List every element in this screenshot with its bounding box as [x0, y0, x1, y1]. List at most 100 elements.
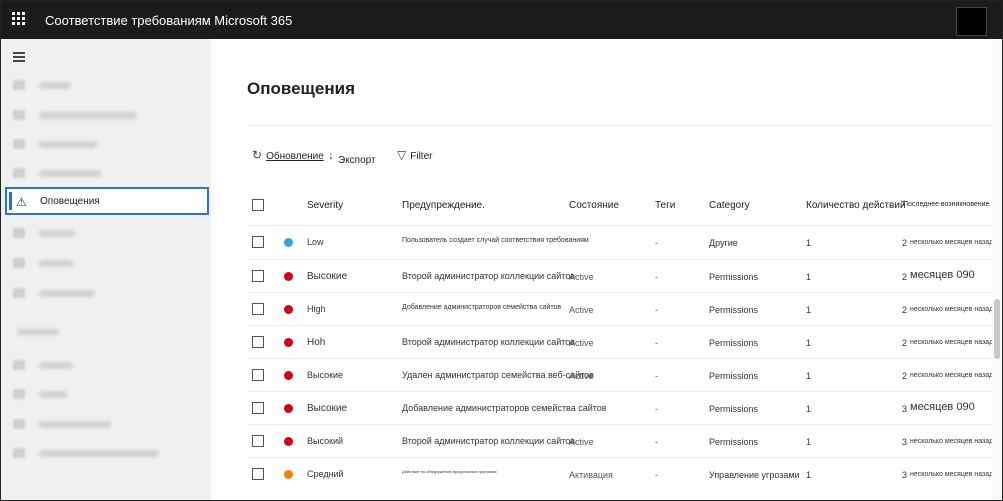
action-count: 1 — [806, 338, 812, 348]
sidebar-item-blurred[interactable] — [5, 159, 209, 187]
blurred-label — [39, 362, 73, 369]
app-title: Соответствие требованиям Microsoft 365 — [45, 13, 293, 28]
last-occurrence-text: несколько месяцев назад — [910, 306, 994, 313]
filter-button[interactable]: ▽ Filter — [397, 148, 432, 162]
row-checkbox[interactable] — [252, 303, 264, 315]
last-occurrence-text: несколько месяцев назад — [910, 471, 994, 478]
sidebar-item-blurred[interactable] — [5, 380, 209, 408]
action-count: 1 — [806, 470, 812, 480]
avatar[interactable] — [956, 7, 987, 36]
status-text: Active — [569, 371, 594, 381]
column-header-category[interactable]: Category — [709, 200, 750, 211]
row-checkbox[interactable] — [252, 402, 264, 414]
alert-name-link[interactable]: Удален администратор семейства веб-сайто… — [402, 370, 594, 380]
column-header-last-occurrence[interactable]: Последнее возникновение — [903, 201, 989, 208]
category-text: Permissions — [709, 272, 759, 282]
sidebar-item-blurred[interactable] — [5, 351, 209, 379]
blurred-label — [39, 450, 159, 457]
tags-text: - — [655, 371, 658, 381]
scrollbar[interactable] — [992, 39, 1002, 500]
blurred-label — [39, 230, 75, 237]
sidebar-item-alerts[interactable]: ⚠ Оповещения — [5, 187, 209, 215]
alert-name-link[interactable]: Пользователь создает случай соответствия… — [402, 237, 589, 244]
alert-name-link[interactable]: Второй администратор коллекции сайтов — [402, 337, 575, 347]
refresh-icon: ↻ — [252, 148, 263, 162]
sidebar-item-blurred[interactable] — [5, 130, 209, 158]
refresh-button[interactable]: ↻ Обновление — [252, 148, 324, 162]
alert-name-link[interactable]: Второй администратор коллекции сайтов — [402, 271, 575, 281]
column-header-status[interactable]: Состояние — [569, 200, 619, 211]
column-header-severity[interactable]: Severity — [307, 200, 343, 211]
sidebar-item-blurred[interactable] — [5, 101, 209, 129]
blurred-icon — [13, 419, 25, 429]
blurred-icon — [13, 258, 25, 268]
blurred-label — [39, 170, 101, 177]
select-all-checkbox[interactable] — [252, 199, 264, 211]
last-occurrence-number: 3 — [902, 404, 908, 414]
blurred-label — [39, 290, 95, 297]
row-divider — [247, 292, 1002, 293]
refresh-label: Обновление — [266, 151, 324, 162]
hamburger-menu-icon[interactable] — [13, 52, 25, 62]
severity-label: Low — [307, 237, 324, 247]
row-checkbox[interactable] — [252, 336, 264, 348]
row-checkbox[interactable] — [252, 270, 264, 282]
row-checkbox[interactable] — [252, 468, 264, 480]
blurred-label — [39, 260, 73, 267]
last-occurrence-number: 3 — [902, 470, 908, 480]
action-count: 1 — [806, 305, 812, 315]
app-launcher-icon[interactable] — [11, 11, 27, 27]
tags-text: - — [655, 470, 658, 480]
alert-name-link[interactable]: Второй администратор коллекции сайтов — [402, 436, 575, 446]
tags-text: - — [655, 437, 658, 447]
severity-dot-icon — [284, 404, 293, 413]
severity-label: Высокий — [307, 436, 344, 446]
export-button[interactable]: ↓ Экспорт — [328, 148, 376, 166]
blurred-label — [39, 141, 97, 148]
category-text: Управление угрозами — [709, 470, 800, 480]
scrollbar-thumb[interactable] — [994, 299, 1000, 359]
filter-label: Filter — [410, 151, 433, 162]
column-header-tags[interactable]: Теги — [655, 200, 675, 211]
column-header-alert[interactable]: Предупреждение. — [402, 200, 485, 211]
row-checkbox[interactable] — [252, 435, 264, 447]
sidebar-item-blurred[interactable] — [5, 71, 209, 99]
blurred-label — [39, 391, 67, 398]
blurred-icon — [13, 360, 25, 370]
blurred-icon — [13, 389, 25, 399]
category-text: Permissions — [709, 437, 759, 447]
blurred-label — [39, 112, 137, 119]
sidebar-item-blurred[interactable] — [5, 439, 209, 467]
column-header-action-count[interactable]: Количество действий — [806, 200, 906, 211]
last-occurrence-text: несколько месяцев назад — [910, 239, 994, 246]
sidebar-item-blurred[interactable] — [5, 219, 209, 247]
sidebar: ⚠ Оповещения — [1, 39, 211, 500]
alert-name-link[interactable]: Добавление администраторов семейства сай… — [402, 304, 561, 311]
row-checkbox[interactable] — [252, 369, 264, 381]
status-text: Active — [569, 305, 594, 315]
blurred-icon — [13, 168, 25, 178]
sidebar-item-blurred[interactable] — [5, 410, 209, 438]
row-divider — [247, 391, 1002, 392]
alert-name-link[interactable]: Добавление администраторов семейства сай… — [402, 403, 607, 413]
last-occurrence-text: несколько месяцев назад — [910, 438, 994, 445]
blurred-label — [39, 421, 111, 428]
blurred-icon — [13, 139, 25, 149]
download-icon: ↓ — [328, 148, 334, 162]
row-checkbox[interactable] — [252, 236, 264, 248]
status-text: Active — [569, 272, 594, 282]
last-occurrence-number: 2 — [902, 338, 908, 348]
action-count: 1 — [806, 437, 812, 447]
sidebar-item-blurred[interactable] — [5, 279, 209, 307]
last-occurrence-number: 2 — [902, 371, 908, 381]
category-text: Permissions — [709, 371, 759, 381]
last-occurrence-text: месяцев 090 — [910, 401, 975, 413]
severity-dot-icon — [284, 305, 293, 314]
alert-name-link[interactable]: Действие по обнаружению вредоносных прог… — [402, 469, 497, 474]
sidebar-item-blurred[interactable] — [5, 249, 209, 277]
tags-text: - — [655, 338, 658, 348]
severity-label: Средний — [307, 469, 344, 479]
app-window: Соответствие требованиям Microsoft 365 ⚠… — [0, 0, 1003, 501]
severity-dot-icon — [284, 371, 293, 380]
last-occurrence-text: месяцев 090 — [910, 269, 975, 281]
